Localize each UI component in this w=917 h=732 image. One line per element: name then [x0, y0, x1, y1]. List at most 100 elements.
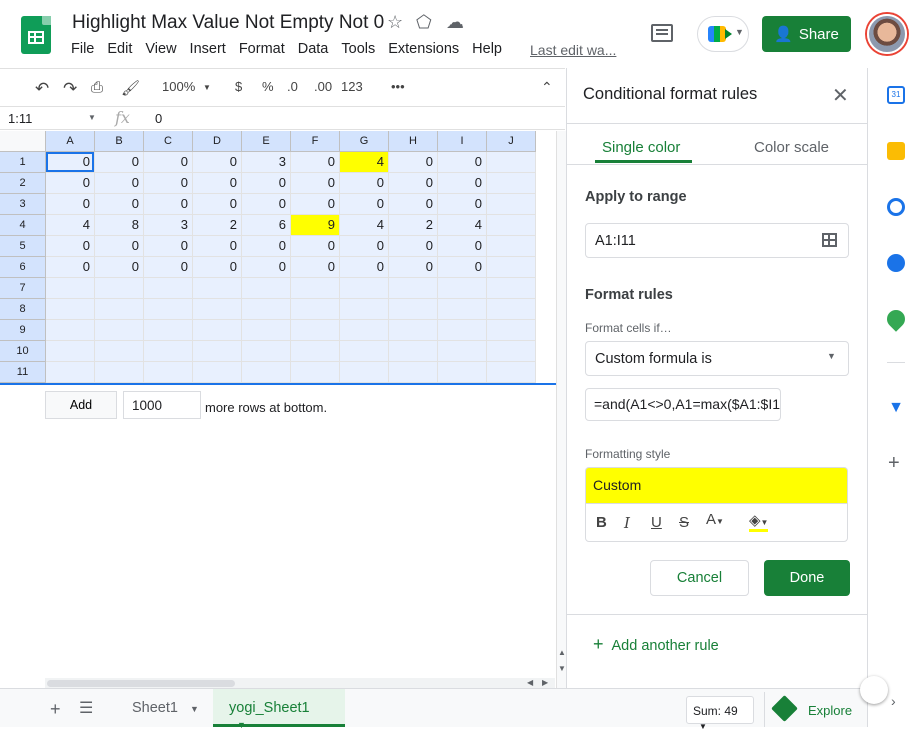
grid-cell[interactable]: 0 [95, 152, 144, 173]
grid-cell[interactable] [487, 236, 536, 257]
grid-cell[interactable] [291, 299, 340, 320]
grid-cell[interactable] [487, 173, 536, 194]
grid-cell[interactable]: 0 [144, 152, 193, 173]
grid-cell[interactable]: 0 [340, 194, 389, 215]
grid-cell[interactable] [438, 320, 487, 341]
grid-cell[interactable] [193, 320, 242, 341]
grid-cell[interactable]: 0 [144, 173, 193, 194]
grid-cell[interactable] [193, 299, 242, 320]
grid-cell[interactable]: 0 [193, 152, 242, 173]
column-header[interactable]: H [389, 131, 438, 152]
sheet-tab-yogi-sheet1[interactable]: yogi_Sheet1 ▼ [213, 689, 345, 730]
grid-cell[interactable]: 0 [340, 236, 389, 257]
grid-cell[interactable] [389, 278, 438, 299]
grid-cell[interactable] [242, 341, 291, 362]
document-title[interactable]: Highlight Max Value Not Empty Not 0 [72, 12, 384, 34]
horizontal-scroll-thumb[interactable] [47, 680, 235, 687]
grid-cell[interactable] [144, 299, 193, 320]
decrease-decimal-button[interactable]: .0 [287, 79, 298, 94]
more-options-icon[interactable]: ••• [391, 79, 405, 94]
menu-file[interactable]: File [71, 41, 94, 57]
grid-cell[interactable]: 4 [438, 215, 487, 236]
grid-cell[interactable]: 0 [389, 257, 438, 278]
grid-cell[interactable]: 0 [438, 194, 487, 215]
grid-cell[interactable] [487, 320, 536, 341]
grid-cell[interactable] [389, 362, 438, 383]
grid-cell[interactable]: 0 [242, 257, 291, 278]
column-header[interactable]: E [242, 131, 291, 152]
share-button[interactable]: 👤 Share [762, 16, 851, 52]
row-header[interactable]: 1 [0, 152, 46, 173]
grid-cell[interactable] [95, 341, 144, 362]
grid-cell[interactable]: 0 [193, 257, 242, 278]
assistant-icon[interactable] [860, 676, 888, 704]
menu-format[interactable]: Format [239, 41, 285, 57]
grid-cell[interactable] [487, 278, 536, 299]
move-to-drive-icon[interactable]: ⬠ [416, 12, 432, 33]
comment-history-icon[interactable] [651, 24, 673, 42]
grid-cell[interactable]: 0 [95, 236, 144, 257]
grid-cell[interactable] [389, 299, 438, 320]
collapse-menu-icon[interactable]: ⌃ [541, 79, 553, 96]
grid-cell[interactable] [291, 278, 340, 299]
grid-cell[interactable]: 0 [95, 173, 144, 194]
grid-cell[interactable] [340, 299, 389, 320]
spreadsheet-grid[interactable]: A B C D E F G H I J 10000304002000000000… [0, 131, 556, 383]
name-box[interactable]: 1:11 [8, 111, 32, 126]
column-header[interactable]: A [46, 131, 95, 152]
number-format-button[interactable]: 123 [341, 79, 363, 94]
vertical-scrollbar[interactable] [556, 131, 566, 688]
grid-cell[interactable] [291, 362, 340, 383]
grid-cell[interactable] [46, 299, 95, 320]
grid-cell[interactable]: 4 [46, 215, 95, 236]
tab-color-scale[interactable]: Color scale [754, 139, 829, 156]
increase-decimal-button[interactable]: .00 [314, 79, 332, 94]
grid-cell[interactable]: 0 [438, 152, 487, 173]
tasks-icon[interactable] [887, 198, 905, 216]
row-header[interactable]: 5 [0, 236, 46, 257]
scroll-left-icon[interactable]: ◀ [527, 678, 533, 687]
menu-help[interactable]: Help [472, 41, 502, 57]
grid-cell[interactable] [144, 278, 193, 299]
grid-cell[interactable] [340, 320, 389, 341]
menu-view[interactable]: View [145, 41, 176, 57]
grid-cell[interactable] [340, 341, 389, 362]
grid-cell[interactable]: 0 [144, 194, 193, 215]
scroll-up-icon[interactable]: ▲ [558, 648, 566, 657]
grid-cell[interactable]: 3 [144, 215, 193, 236]
grid-cell[interactable] [340, 278, 389, 299]
condition-select[interactable]: Custom formula is [585, 341, 849, 376]
grid-cell[interactable] [291, 341, 340, 362]
rows-count-input[interactable]: 1000 [123, 391, 201, 419]
grid-cell[interactable] [438, 362, 487, 383]
text-color-icon[interactable]: A▼ [706, 511, 724, 528]
grid-cell[interactable] [242, 278, 291, 299]
scroll-down-icon[interactable]: ▼ [558, 664, 566, 673]
grid-cell[interactable]: 0 [438, 173, 487, 194]
grid-cell[interactable]: 4 [340, 215, 389, 236]
grid-cell[interactable] [46, 362, 95, 383]
grid-cell[interactable]: 0 [438, 257, 487, 278]
grid-cell[interactable]: 2 [193, 215, 242, 236]
keep-icon[interactable] [887, 142, 905, 160]
grid-cell[interactable] [487, 194, 536, 215]
explore-button[interactable]: Explore [764, 692, 867, 727]
row-header[interactable]: 6 [0, 257, 46, 278]
grid-cell[interactable] [144, 320, 193, 341]
grid-cell[interactable] [487, 215, 536, 236]
grid-cell[interactable]: 0 [389, 152, 438, 173]
grid-cell[interactable]: 0 [242, 236, 291, 257]
range-input[interactable]: A1:I11 [585, 223, 849, 258]
sum-indicator[interactable]: Sum: 49 ▼ [686, 696, 754, 731]
grid-cell[interactable] [242, 362, 291, 383]
grid-cell[interactable]: 6 [242, 215, 291, 236]
grid-cell[interactable] [46, 320, 95, 341]
done-button[interactable]: Done [764, 560, 850, 596]
grid-cell[interactable]: 2 [389, 215, 438, 236]
sheets-logo-icon[interactable] [21, 16, 51, 54]
row-header[interactable]: 11 [0, 362, 46, 383]
star-icon[interactable]: ☆ [387, 12, 403, 33]
grid-cell[interactable]: 0 [46, 236, 95, 257]
grid-cell[interactable]: 0 [291, 194, 340, 215]
grid-cell[interactable]: 0 [95, 194, 144, 215]
